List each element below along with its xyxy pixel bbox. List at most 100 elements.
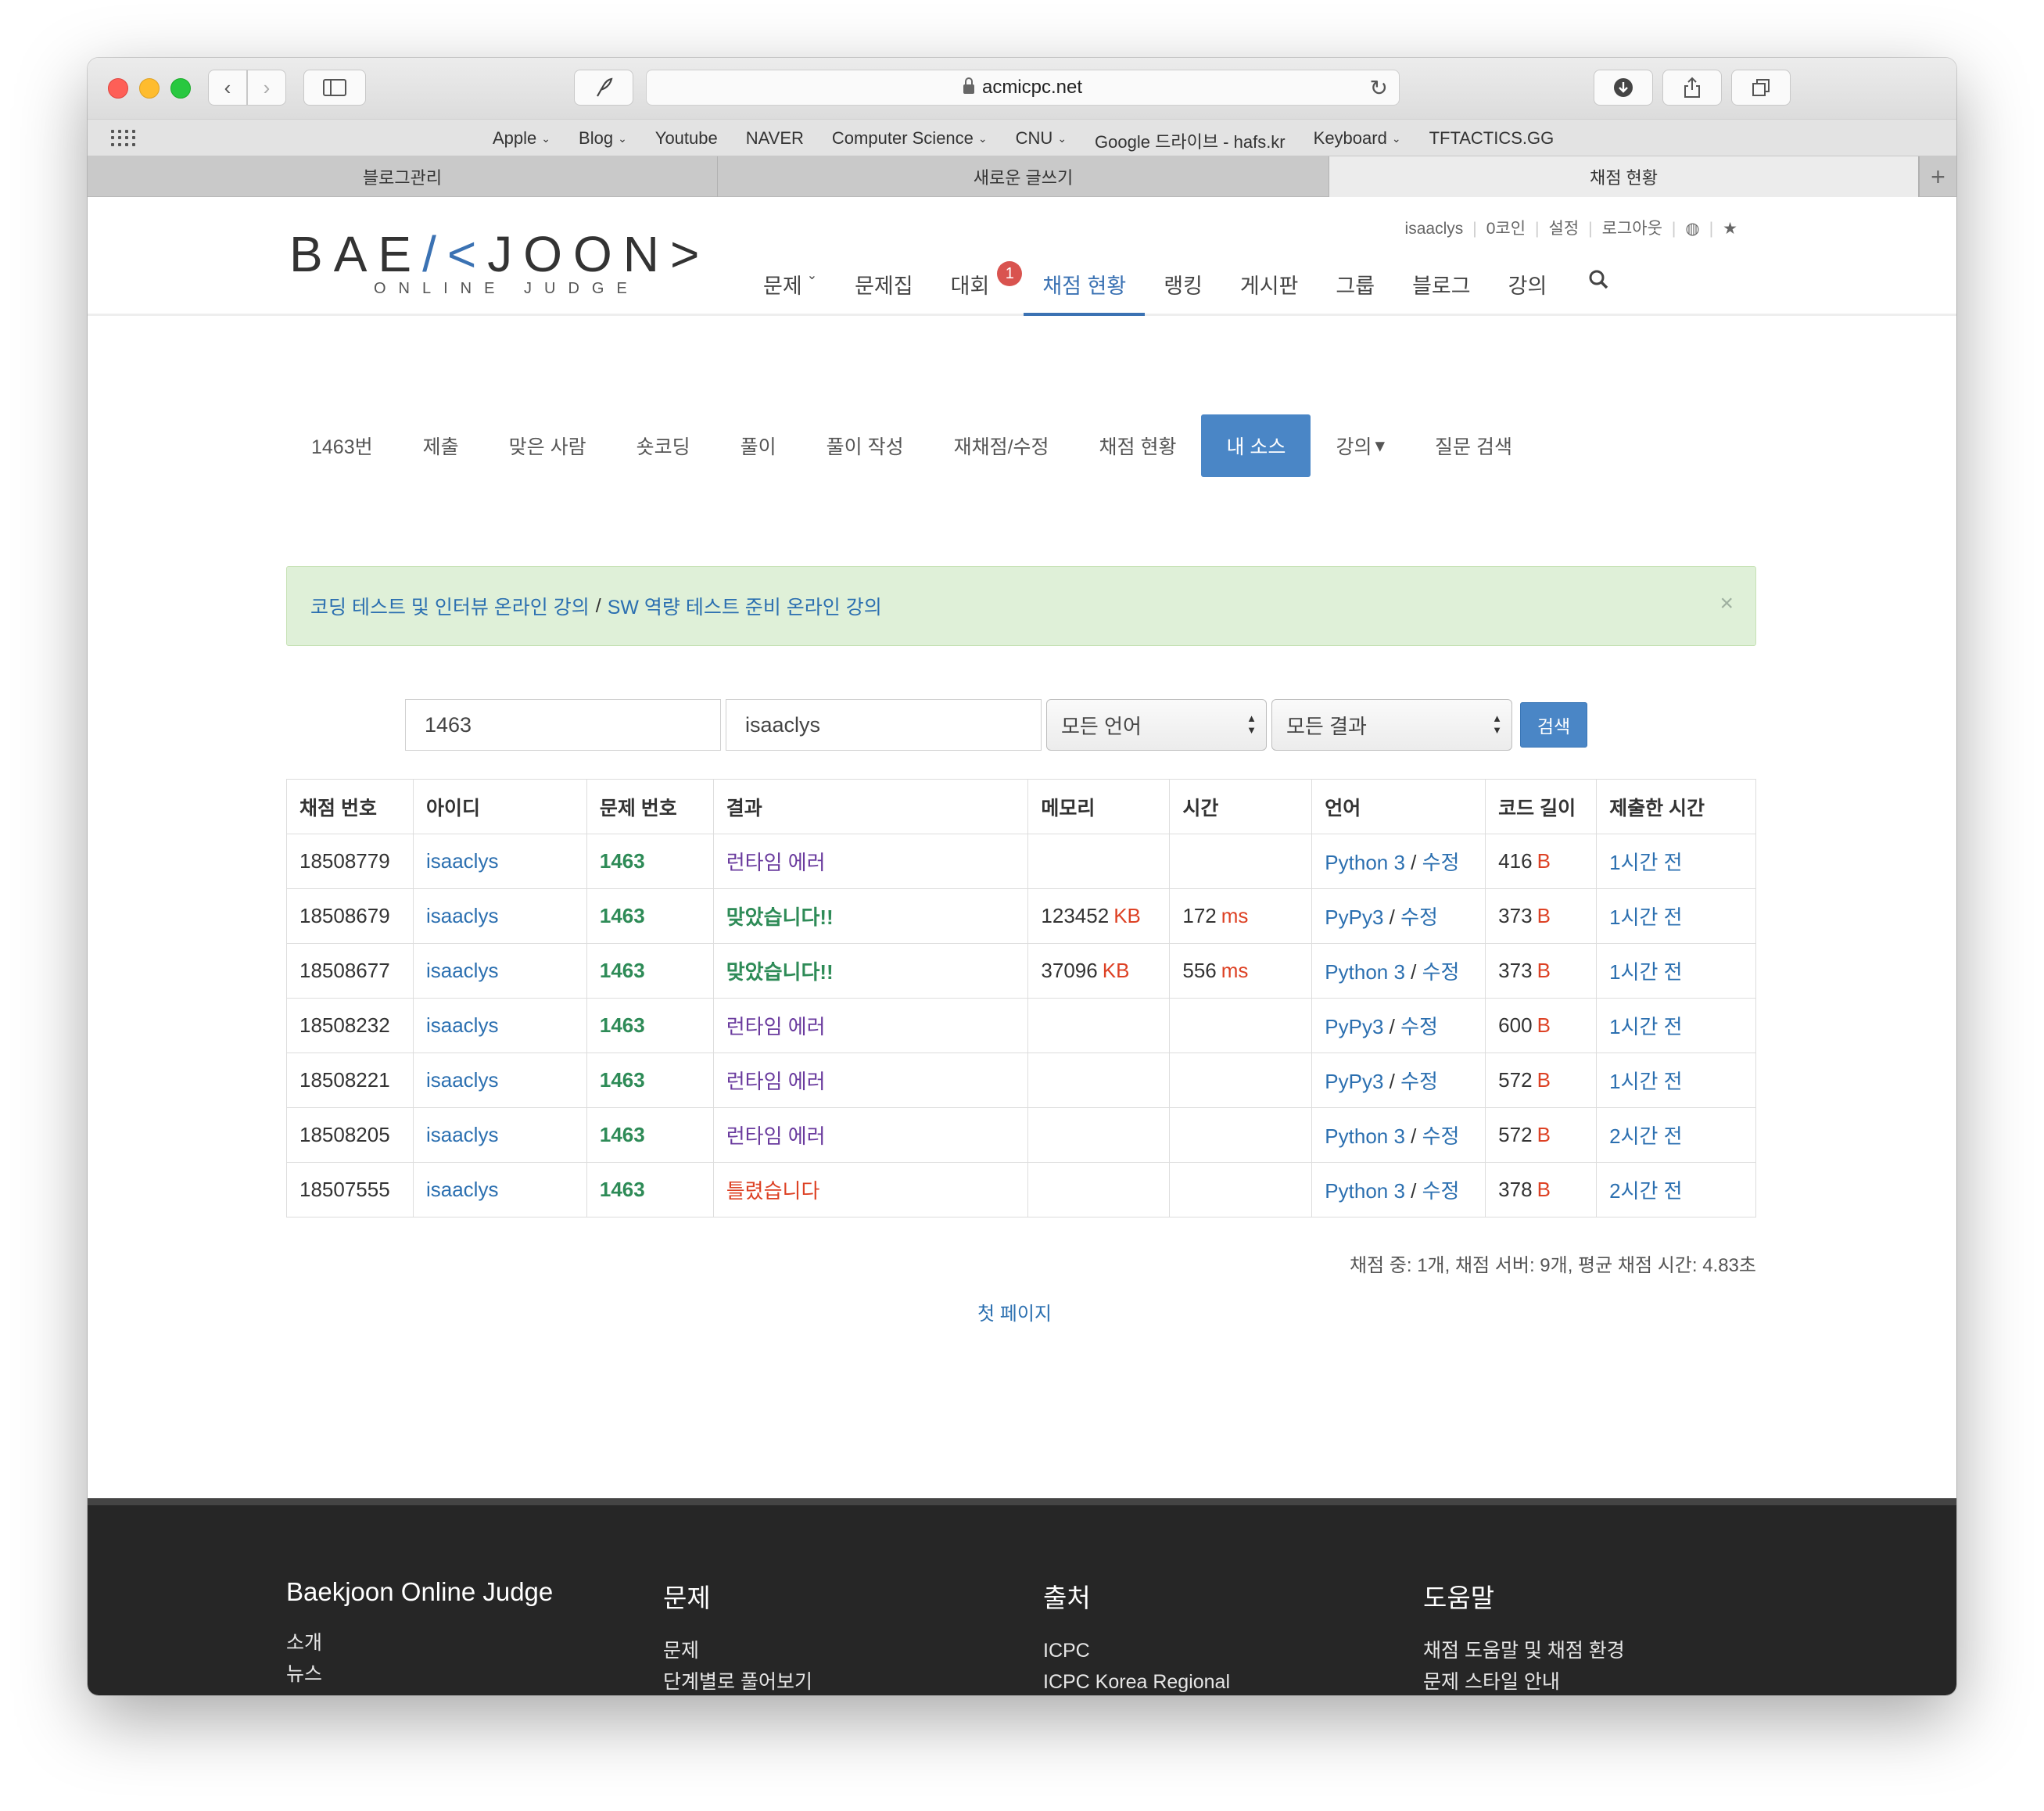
user-link-3[interactable]: 로그아웃 (1602, 220, 1662, 238)
close-window-button[interactable] (108, 78, 128, 99)
search-nav-button[interactable] (1565, 269, 1628, 316)
globe-icon[interactable]: ◍ (1685, 220, 1699, 238)
apps-grid-icon[interactable] (111, 130, 135, 147)
edit-link[interactable]: 수정 (1400, 1070, 1438, 1093)
language-link[interactable]: PyPy3 (1325, 1015, 1383, 1038)
problem-link[interactable]: 1463 (586, 1162, 714, 1217)
submitted-time-link[interactable]: 1시간 전 (1596, 943, 1756, 999)
bookmark-google-hafs-kr[interactable]: Google 드라이브 - hafs.kr (1081, 128, 1300, 153)
back-button[interactable]: ‹ (208, 70, 247, 106)
subtab-0[interactable]: 1463번 (286, 414, 398, 477)
nav-item-6[interactable]: 그룹 (1317, 269, 1393, 316)
close-icon[interactable]: × (1719, 590, 1734, 617)
submitted-time-link[interactable]: 1시간 전 (1596, 834, 1756, 889)
user-link-1[interactable]: 0코인 (1486, 220, 1526, 238)
submitted-time-link[interactable]: 2시간 전 (1596, 1162, 1756, 1217)
footer-link[interactable]: 뉴스 (286, 1659, 553, 1690)
submitted-time-link[interactable]: 1시간 전 (1596, 1053, 1756, 1108)
footer-link[interactable]: 문제 스타일 안내 (1423, 1666, 1755, 1695)
submitted-time-link[interactable]: 1시간 전 (1596, 888, 1756, 944)
downloads-button[interactable] (1594, 70, 1653, 106)
nav-item-5[interactable]: 게시판 (1221, 269, 1318, 316)
tab-status[interactable]: 채점 현황 (1329, 156, 1919, 197)
tab-blog-admin[interactable]: 블로그관리 (88, 156, 718, 197)
user-link[interactable]: isaaclys (412, 888, 587, 944)
subtab-8[interactable]: 내 소스 (1201, 414, 1311, 477)
edit-link[interactable]: 수정 (1422, 1124, 1460, 1148)
language-link[interactable]: Python 3 (1325, 1179, 1405, 1203)
problem-link[interactable]: 1463 (586, 834, 714, 889)
footer-link[interactable]: ICPC Korea Regional (1043, 1666, 1376, 1695)
footer-link[interactable]: ICPC (1043, 1635, 1376, 1666)
language-link[interactable]: Python 3 (1325, 960, 1405, 984)
lecture-link-sw-test[interactable]: SW 역량 테스트 준비 온라인 강의 (608, 592, 882, 620)
user-link[interactable]: isaaclys (412, 943, 587, 999)
subtab-1[interactable]: 제출 (398, 414, 484, 477)
new-tab-button[interactable]: + (1919, 156, 1956, 197)
bookmark-keyboard[interactable]: Keyboard ⌄ (1300, 128, 1415, 153)
bookmark-naver[interactable]: NAVER (732, 128, 818, 153)
subtab-9[interactable]: 강의 ▾ (1311, 414, 1410, 477)
submitted-time-link[interactable]: 1시간 전 (1596, 998, 1756, 1053)
edit-link[interactable]: 수정 (1400, 906, 1438, 929)
forward-button[interactable]: › (247, 70, 286, 106)
problem-id-input[interactable]: 1463 (405, 699, 721, 751)
reload-icon[interactable]: ↻ (1370, 75, 1388, 101)
address-bar[interactable]: acmicpc.net ↻ (646, 70, 1400, 106)
nav-item-2[interactable]: 대회 1 (932, 261, 1024, 316)
user-link[interactable]: isaaclys (412, 998, 587, 1053)
bookmark-blog[interactable]: Blog ⌄ (565, 128, 641, 153)
footer-link[interactable]: 생중계 (286, 1690, 553, 1695)
nav-item-1[interactable]: 문제집 (836, 269, 932, 316)
problem-link[interactable]: 1463 (586, 1053, 714, 1108)
problem-link[interactable]: 1463 (586, 998, 714, 1053)
edit-link[interactable]: 수정 (1422, 1179, 1460, 1203)
footer-link[interactable]: 단계별로 풀어보기 (663, 1666, 841, 1695)
minimize-window-button[interactable] (139, 78, 160, 99)
subtab-5[interactable]: 풀이 작성 (801, 414, 929, 477)
bookmark-apple[interactable]: Apple ⌄ (479, 128, 565, 153)
tab-overview-button[interactable] (1731, 70, 1791, 106)
user-link[interactable]: isaaclys (412, 1053, 587, 1108)
edit-link[interactable]: 수정 (1422, 960, 1460, 984)
star-icon[interactable]: ★ (1723, 220, 1737, 238)
lecture-link-coding-test[interactable]: 코딩 테스트 및 인터뷰 온라인 강의 (310, 592, 590, 620)
problem-link[interactable]: 1463 (586, 888, 714, 944)
language-link[interactable]: PyPy3 (1325, 1070, 1383, 1093)
edit-link[interactable]: 수정 (1400, 1015, 1438, 1038)
extension-button[interactable] (574, 70, 633, 106)
nav-item-3[interactable]: 채점 현황 (1024, 269, 1146, 316)
user-link[interactable]: isaaclys (412, 834, 587, 889)
bookmark-tftactics-gg[interactable]: TFTACTICS.GG (1415, 128, 1569, 153)
subtab-6[interactable]: 재채점/수정 (929, 414, 1074, 477)
result-select[interactable]: 모든 결과 ▲ ▼ (1271, 699, 1512, 751)
language-link[interactable]: PyPy3 (1325, 906, 1383, 929)
subtab-10[interactable]: 질문 검색 (1410, 414, 1537, 477)
tab-new-post[interactable]: 새로운 글쓰기 (718, 156, 1329, 197)
problem-link[interactable]: 1463 (586, 1107, 714, 1163)
language-link[interactable]: Python 3 (1325, 851, 1405, 874)
user-id-input[interactable]: isaaclys (726, 699, 1042, 751)
search-button[interactable]: 검색 (1520, 702, 1587, 748)
subtab-2[interactable]: 맞은 사람 (484, 414, 611, 477)
user-link[interactable]: isaaclys (412, 1162, 587, 1217)
bookmark-computer-science[interactable]: Computer Science ⌄ (818, 128, 1002, 153)
subtab-4[interactable]: 풀이 (715, 414, 801, 477)
subtab-7[interactable]: 채점 현황 (1074, 414, 1202, 477)
language-link[interactable]: Python 3 (1325, 1124, 1405, 1148)
user-link[interactable]: isaaclys (412, 1107, 587, 1163)
first-page-link[interactable]: 첫 페이지 (977, 1298, 1052, 1325)
maximize-window-button[interactable] (170, 78, 191, 99)
submitted-time-link[interactable]: 2시간 전 (1596, 1107, 1756, 1163)
site-logo[interactable]: BAE/<JOON> (289, 225, 710, 283)
user-link-0[interactable]: isaaclys (1405, 220, 1464, 238)
bookmark-youtube[interactable]: Youtube (641, 128, 732, 153)
language-select[interactable]: 모든 언어 ▲ ▼ (1046, 699, 1267, 751)
nav-item-4[interactable]: 랭킹 (1145, 269, 1221, 316)
bookmark-cnu[interactable]: CNU ⌄ (1002, 128, 1081, 153)
nav-item-0[interactable]: 문제 ⌄ (744, 269, 836, 316)
nav-item-7[interactable]: 블로그 (1393, 269, 1490, 316)
subtab-3[interactable]: 숏코딩 (611, 414, 715, 477)
sidebar-toggle-button[interactable] (303, 70, 366, 106)
footer-link[interactable]: 문제 (663, 1635, 841, 1666)
